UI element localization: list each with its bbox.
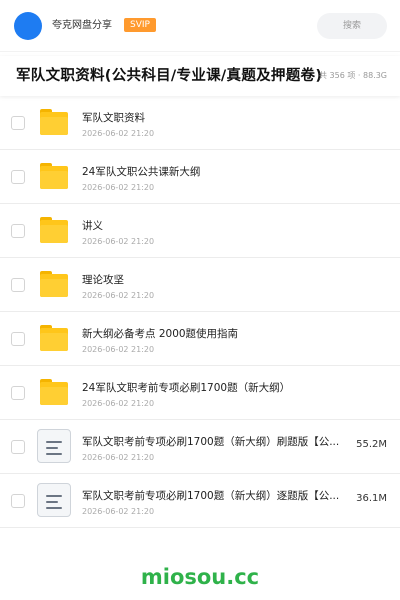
row-checkbox[interactable] bbox=[11, 224, 25, 238]
file-date: 2026-06-02 21:20 bbox=[82, 291, 155, 300]
row-checkbox[interactable] bbox=[11, 170, 25, 184]
share-owner-name: 夸克网盘分享 bbox=[52, 20, 112, 31]
file-row[interactable]: 24军队文职公共课新大纲 2026-06-02 21:20 bbox=[0, 150, 400, 204]
file-name: 理论攻坚 bbox=[82, 274, 124, 286]
folder-meta: 共 356 项 · 88.3G bbox=[319, 71, 387, 80]
file-name: 讲义 bbox=[82, 220, 103, 232]
header-bar: 夸克网盘分享 SVIP 搜索 bbox=[0, 0, 400, 52]
row-checkbox[interactable] bbox=[11, 116, 25, 130]
folder-icon bbox=[40, 325, 68, 351]
file-date: 2026-06-02 21:20 bbox=[82, 453, 155, 462]
file-name: 军队文职考前专项必刷1700题（新大纲）逐题版【公... bbox=[82, 490, 340, 502]
page-title: 军队文职资料(公共科目/专业课/真题及押题卷) bbox=[16, 68, 323, 84]
file-name: 24军队文职公共课新大纲 bbox=[82, 166, 201, 178]
folder-icon bbox=[40, 379, 68, 405]
file-row[interactable]: 讲义 2026-06-02 21:20 bbox=[0, 204, 400, 258]
file-date: 2026-06-02 21:20 bbox=[82, 237, 155, 246]
folder-icon bbox=[40, 109, 68, 135]
file-name: 军队文职考前专项必刷1700题（新大纲）刷题版【公... bbox=[82, 436, 340, 448]
file-date: 2026-06-02 21:20 bbox=[82, 507, 155, 516]
document-icon bbox=[37, 429, 71, 463]
row-checkbox[interactable] bbox=[11, 440, 25, 454]
file-row[interactable]: 24军队文职考前专项必刷1700题（新大纲） 2026-06-02 21:20 bbox=[0, 366, 400, 420]
watermark: miosou.cc bbox=[140, 565, 260, 589]
file-size: 36.1M bbox=[356, 493, 387, 504]
file-name: 军队文职资料 bbox=[82, 112, 145, 124]
file-size: 55.2M bbox=[356, 439, 387, 450]
file-list: 军队文职资料 2026-06-02 21:20 24军队文职公共课新大纲 2026-0… bbox=[0, 96, 400, 528]
folder-title-bar: 军队文职资料(公共科目/专业课/真题及押题卷) 共 356 项 · 88.3G bbox=[0, 56, 400, 96]
file-row[interactable]: 新大纲必备考点 2000题使用指南 2026-06-02 21:20 bbox=[0, 312, 400, 366]
file-row[interactable]: 理论攻坚 2026-06-02 21:20 bbox=[0, 258, 400, 312]
file-row[interactable]: 军队文职考前专项必刷1700题（新大纲）刷题版【公... 2026-06-02 2… bbox=[0, 420, 400, 474]
document-icon bbox=[37, 483, 71, 517]
row-checkbox[interactable] bbox=[11, 278, 25, 292]
avatar[interactable] bbox=[14, 12, 42, 40]
row-checkbox[interactable] bbox=[11, 494, 25, 508]
folder-icon bbox=[40, 163, 68, 189]
file-date: 2026-06-02 21:20 bbox=[82, 183, 155, 192]
file-date: 2026-06-02 21:20 bbox=[82, 345, 155, 354]
row-checkbox[interactable] bbox=[11, 332, 25, 346]
file-date: 2026-06-02 21:20 bbox=[82, 129, 155, 138]
file-row[interactable]: 军队文职资料 2026-06-02 21:20 bbox=[0, 96, 400, 150]
search-button[interactable]: 搜索 bbox=[317, 13, 387, 39]
file-name: 24军队文职考前专项必刷1700题（新大纲） bbox=[82, 382, 291, 394]
folder-icon bbox=[40, 217, 68, 243]
svip-badge: SVIP bbox=[124, 18, 156, 32]
file-date: 2026-06-02 21:20 bbox=[82, 399, 155, 408]
file-name: 新大纲必备考点 2000题使用指南 bbox=[82, 328, 239, 340]
row-checkbox[interactable] bbox=[11, 386, 25, 400]
folder-icon bbox=[40, 271, 68, 297]
file-row[interactable]: 军队文职考前专项必刷1700题（新大纲）逐题版【公... 2026-06-02 2… bbox=[0, 474, 400, 528]
